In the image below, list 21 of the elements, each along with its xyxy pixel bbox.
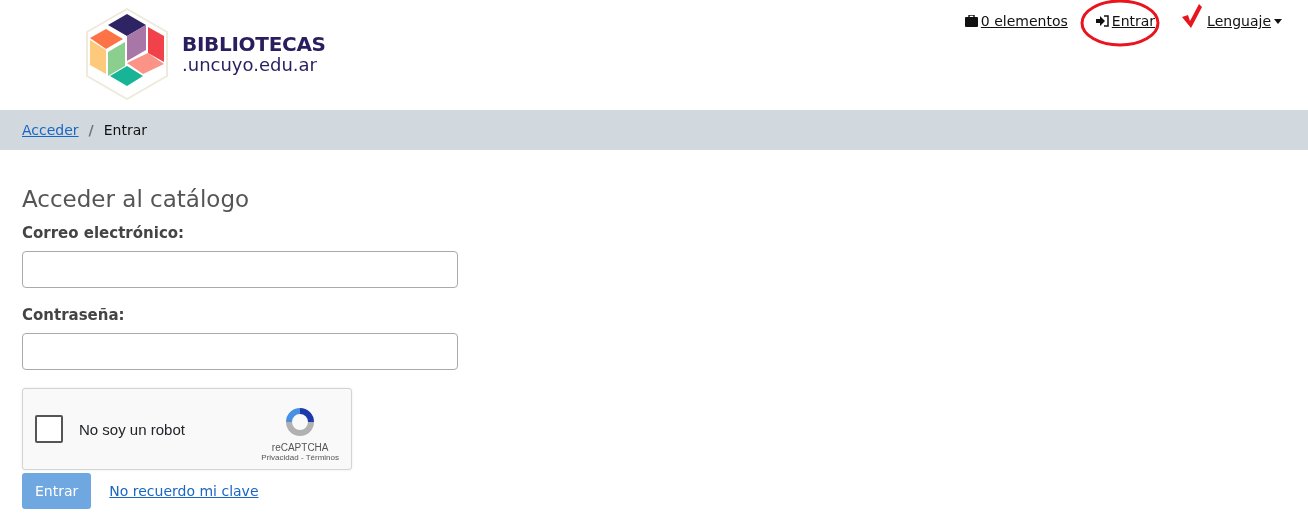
briefcase-icon	[964, 15, 978, 27]
page-heading: Acceder al catálogo	[22, 186, 251, 212]
breadcrumb-link[interactable]: Acceder	[22, 122, 79, 138]
forgot-password-link[interactable]: No recuerdo mi clave	[109, 483, 259, 499]
input-field[interactable]	[22, 333, 458, 370]
recaptcha-links[interactable]: Privacidad - Términos	[261, 452, 339, 462]
recaptcha-brand: reCAPTCHA	[271, 441, 329, 453]
breadcrumb-separator: /	[88, 122, 94, 138]
sign-in-icon	[1095, 15, 1109, 27]
logo-title: BIBLIOTECAS	[182, 34, 326, 54]
logo-subtitle: .uncuyo.edu.ar	[182, 56, 318, 74]
field-label: Correo electrónico:	[22, 224, 186, 242]
breadcrumb-current: Entrar	[103, 122, 148, 138]
cart-link[interactable]: 0 elementos	[962, 13, 1070, 29]
input-field[interactable]	[22, 251, 458, 288]
logo-icon	[86, 8, 168, 100]
caret-icon	[1274, 18, 1282, 24]
captcha-label: No soy un robot	[79, 420, 186, 438]
field-label: Contraseña:	[22, 306, 126, 324]
captcha-checkbox[interactable]	[35, 415, 63, 443]
language-menu[interactable]: Lenguaje	[1205, 13, 1284, 29]
